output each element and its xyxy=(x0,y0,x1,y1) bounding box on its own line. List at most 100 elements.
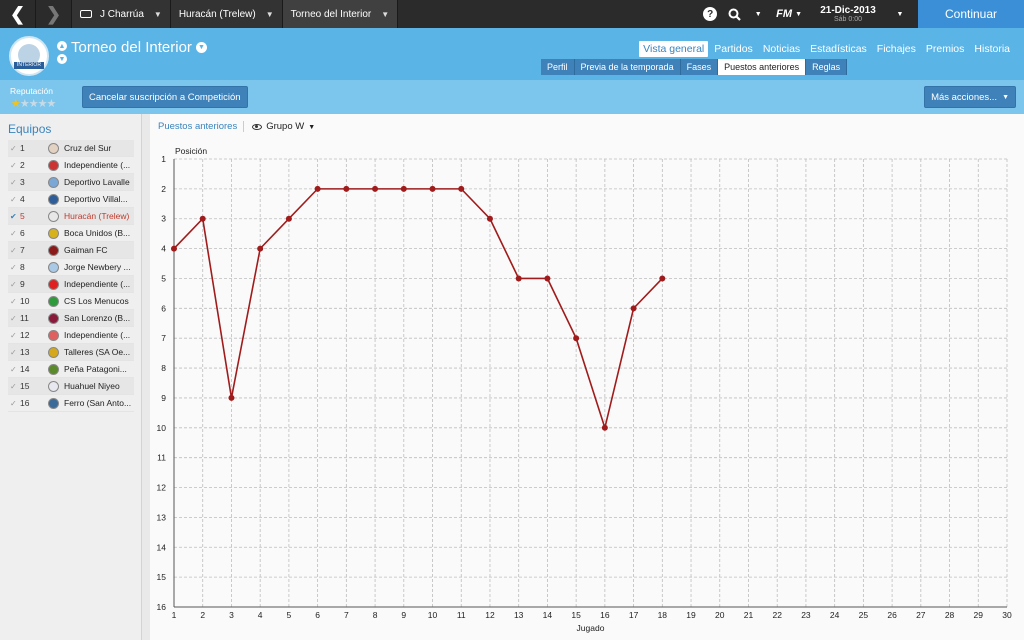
tab-fichajes[interactable]: Fichajes xyxy=(873,41,920,57)
help-button[interactable]: ? xyxy=(698,0,722,28)
forward-button[interactable]: ❯ xyxy=(36,0,72,28)
team-row[interactable]: ✓ 9 Independiente (... xyxy=(8,276,134,293)
y-axis-title: Posición xyxy=(175,146,207,156)
cancel-subscription-button[interactable]: Cancelar suscripción a Competición xyxy=(82,86,248,108)
x-tick-label: 2 xyxy=(200,610,205,620)
tab-historia[interactable]: Historia xyxy=(970,41,1014,57)
check-icon: ✔ xyxy=(10,211,17,221)
eye-icon xyxy=(252,123,263,130)
crumb-club[interactable]: Huracán (Trelew) ▼ xyxy=(170,0,283,28)
team-row[interactable]: ✓ 14 Peña Patagoni... xyxy=(8,361,134,378)
x-tick-label: 14 xyxy=(543,610,553,620)
chevron-down-icon: ▼ xyxy=(754,10,762,18)
team-name: Independiente (... xyxy=(64,160,131,170)
data-point xyxy=(400,185,407,192)
check-icon: ✓ xyxy=(10,330,17,340)
y-tick-label: 11 xyxy=(157,453,166,463)
subtab-perfil[interactable]: Perfil xyxy=(541,59,575,75)
team-row[interactable]: ✓ 3 Deportivo Lavalle xyxy=(8,174,134,191)
tab-vista-general[interactable]: Vista general xyxy=(639,41,709,57)
team-row[interactable]: ✓ 6 Boca Unidos (B... xyxy=(8,225,134,242)
fm-menu[interactable]: FM ▼ xyxy=(770,0,808,28)
team-row[interactable]: ✓ 13 Talleres (SA Oe... xyxy=(8,344,134,361)
search-button[interactable] xyxy=(722,0,746,28)
x-tick-label: 19 xyxy=(686,610,696,620)
subtab-reglas[interactable]: Reglas xyxy=(806,59,848,75)
team-crest-icon xyxy=(48,278,59,290)
team-row[interactable]: ✓ 8 Jorge Newbery ... xyxy=(8,259,134,276)
top-bar: ❮ ❯ J Charrúa ▼ Huracán (Trelew) ▼ Torne… xyxy=(0,0,1024,28)
previous-competition-button[interactable]: ▲ xyxy=(57,41,67,51)
continue-button[interactable]: Continuar xyxy=(918,0,1024,28)
team-position: 13 xyxy=(20,347,30,357)
tab-estadisticas[interactable]: Estadísticas xyxy=(806,41,871,57)
y-tick-label: 8 xyxy=(161,363,166,373)
check-icon: ✓ xyxy=(10,296,17,306)
team-row[interactable]: ✓ 15 Huahuel Niyeo xyxy=(8,378,134,395)
y-tick-label: 2 xyxy=(161,184,166,194)
subtab-fases[interactable]: Fases xyxy=(681,59,719,75)
team-position: 11 xyxy=(20,313,29,323)
crumb-competition[interactable]: Torneo del Interior ▼ xyxy=(282,0,399,28)
team-position: 14 xyxy=(20,364,30,374)
team-row[interactable]: ✓ 4 Deportivo Villal... xyxy=(8,191,134,208)
team-position: 8 xyxy=(20,262,25,272)
star-icon: ★ xyxy=(46,98,57,110)
tab-premios[interactable]: Premios xyxy=(922,41,969,57)
data-point xyxy=(630,305,637,312)
data-point xyxy=(601,424,608,431)
check-icon: ✓ xyxy=(10,364,17,374)
chevron-down-icon: ▼ xyxy=(308,124,316,131)
check-icon: ✓ xyxy=(10,347,17,357)
x-tick-label: 7 xyxy=(344,610,349,620)
x-tick-label: 9 xyxy=(401,610,406,620)
team-name: Independiente (... xyxy=(64,330,131,340)
subtab-previa[interactable]: Previa de la temporada xyxy=(575,59,681,75)
check-icon: ✓ xyxy=(10,245,17,255)
team-crest-icon xyxy=(48,142,59,154)
x-tick-label: 17 xyxy=(629,610,639,620)
team-row[interactable]: ✓ 10 CS Los Menucos xyxy=(8,293,134,310)
next-competition-button[interactable]: ▼ xyxy=(57,54,67,64)
puestos-anteriores-link[interactable]: Puestos anteriores xyxy=(158,121,245,132)
team-crest-icon xyxy=(48,380,59,392)
crumb-competition-label: Torneo del Interior xyxy=(290,8,372,20)
check-icon: ✓ xyxy=(10,228,17,238)
back-button[interactable]: ❮ xyxy=(0,0,36,28)
group-selector[interactable]: Grupo W ▼ xyxy=(266,121,315,132)
team-crest-icon xyxy=(48,193,59,205)
y-tick-label: 7 xyxy=(161,333,166,343)
date-menu-button[interactable]: ▼ xyxy=(888,0,912,28)
more-actions-label: Más acciones... xyxy=(931,91,998,103)
y-tick-label: 6 xyxy=(161,303,166,313)
chevron-left-icon: ❮ xyxy=(9,3,26,24)
data-point xyxy=(343,185,350,192)
x-tick-label: 29 xyxy=(974,610,984,620)
tab-noticias[interactable]: Noticias xyxy=(759,41,804,57)
team-name: Cruz del Sur xyxy=(64,143,112,153)
check-icon: ✓ xyxy=(10,313,17,323)
team-name: Huracán (Trelew) xyxy=(64,211,130,221)
date-display[interactable]: 21-Dic-2013 Sáb 0:00 xyxy=(808,0,888,28)
check-icon: ✓ xyxy=(10,381,17,391)
team-row[interactable]: ✓ 16 Ferro (San Anto... xyxy=(8,395,134,412)
team-row[interactable]: ✓ 12 Independiente (... xyxy=(8,327,134,344)
search-menu-button[interactable]: ▼ xyxy=(746,0,770,28)
x-tick-label: 18 xyxy=(658,610,668,620)
title-menu-button[interactable]: ▼ xyxy=(196,42,207,53)
team-row[interactable]: ✓ 7 Gaiman FC xyxy=(8,242,134,259)
more-actions-button[interactable]: Más acciones... ▼ xyxy=(924,86,1016,108)
help-icon: ? xyxy=(703,7,718,21)
crumb-manager[interactable]: J Charrúa ▼ xyxy=(72,0,171,28)
team-row[interactable]: ✓ 2 Independiente (... xyxy=(8,157,134,174)
team-row[interactable]: ✓ 1 Cruz del Sur xyxy=(8,140,134,157)
page-title: Torneo del Interior xyxy=(71,39,192,56)
subtab-puestos-anteriores[interactable]: Puestos anteriores xyxy=(718,59,807,75)
x-tick-label: 1 xyxy=(172,610,177,620)
data-point xyxy=(573,335,580,342)
y-tick-label: 1 xyxy=(161,154,166,164)
team-row[interactable]: ✔ 5 Huracán (Trelew) xyxy=(8,208,134,225)
tab-partidos[interactable]: Partidos xyxy=(710,41,757,57)
chevron-down-icon: ▼ xyxy=(795,10,802,18)
team-row[interactable]: ✓ 11 San Lorenzo (B... xyxy=(8,310,134,327)
